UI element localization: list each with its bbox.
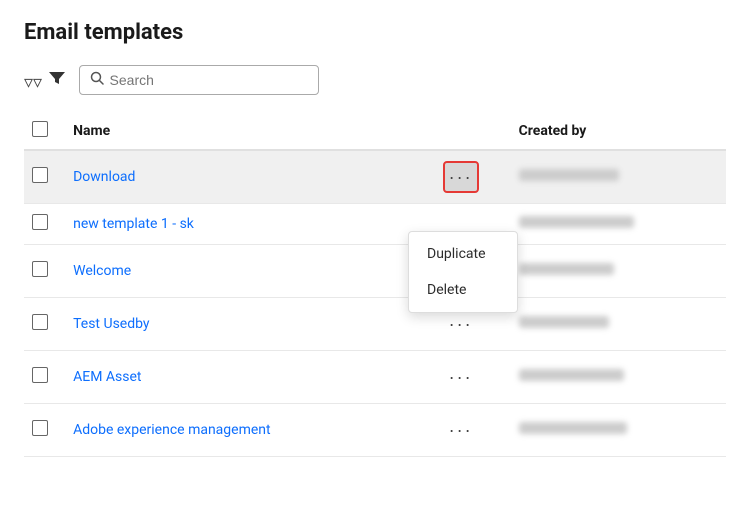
select-all-checkbox[interactable] (32, 121, 48, 137)
search-box (79, 65, 319, 95)
template-name-link[interactable]: Download (73, 169, 135, 185)
col-header-created-by: Created by (509, 113, 726, 150)
table-row: Test Usedby··· (24, 298, 726, 351)
page-title: Email templates (24, 20, 726, 45)
template-name-link[interactable]: Adobe experience management (73, 422, 271, 438)
toolbar: ▿▿ (24, 65, 726, 95)
row-actions-button[interactable]: ··· (443, 414, 479, 446)
col-header-name: Name (63, 113, 432, 150)
row-checkbox[interactable] (32, 420, 48, 436)
search-icon (90, 71, 104, 89)
context-dropdown-menu: Duplicate Delete (408, 231, 518, 313)
row-checkbox[interactable] (32, 214, 48, 230)
page-container: Email templates ▿▿ Name (0, 0, 750, 514)
table-row: AEM Asset ··· (24, 351, 726, 404)
template-name-link[interactable]: Welcome (73, 263, 131, 279)
filter-icon[interactable]: ▿▿ (24, 68, 67, 93)
created-by-value (519, 316, 609, 328)
row-actions-button[interactable]: ··· (443, 361, 479, 393)
row-checkbox[interactable] (32, 367, 48, 383)
template-name-link[interactable]: Test Usedby (73, 316, 149, 332)
table-row: new template 1 - sk (24, 204, 726, 245)
search-input[interactable] (110, 72, 308, 88)
created-by-value (519, 169, 619, 181)
created-by-value (519, 422, 627, 434)
table-row: Welcome··· (24, 245, 726, 298)
created-by-value (519, 216, 634, 228)
created-by-value (519, 263, 614, 275)
template-name-link[interactable]: new template 1 - sk (73, 216, 194, 232)
col-header-actions (433, 113, 509, 150)
dropdown-delete[interactable]: Delete (409, 272, 517, 308)
row-checkbox[interactable] (32, 167, 48, 183)
template-name-link[interactable]: AEM Asset (73, 369, 141, 385)
created-by-value (519, 369, 624, 381)
table-row: Download ··· (24, 150, 726, 204)
dropdown-duplicate[interactable]: Duplicate (409, 236, 517, 272)
table-header-row: Name Created by (24, 113, 726, 150)
row-checkbox[interactable] (32, 314, 48, 330)
table-row: Adobe experience management ··· (24, 404, 726, 457)
row-checkbox[interactable] (32, 261, 48, 277)
header-checkbox-cell (24, 113, 63, 150)
templates-table: Name Created by Download ··· new template … (24, 113, 726, 457)
row-actions-button[interactable]: ··· (443, 161, 479, 193)
